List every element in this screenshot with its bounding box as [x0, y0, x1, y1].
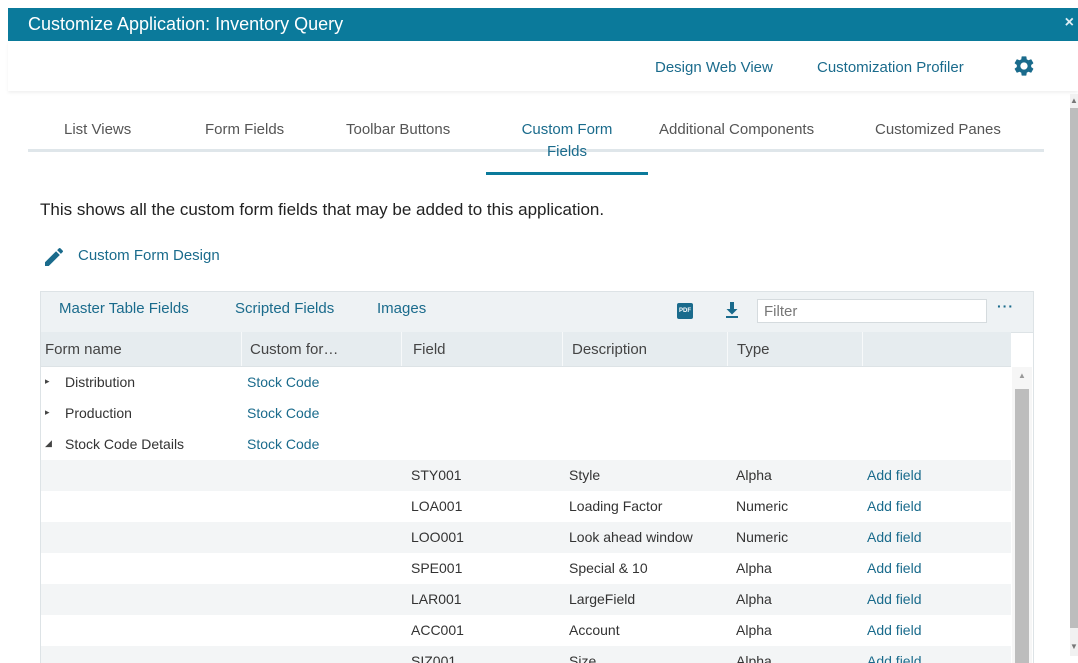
table-header: Form name Custom for… Field Description …	[41, 332, 1011, 367]
custom-form-design-label: Custom Form Design	[78, 247, 220, 264]
field-cell: LOA001	[411, 498, 463, 514]
expand-arrow-icon[interactable]: ▸	[45, 407, 50, 418]
top-action-bar: Design Web View Customization Profiler	[8, 41, 1078, 91]
close-icon[interactable]: ×	[1065, 14, 1074, 32]
add-field-link[interactable]: Add field	[867, 591, 921, 607]
tab-scripted-fields[interactable]: Scripted Fields	[235, 300, 334, 317]
table-row: LOA001 Loading Factor Numeric Add field	[41, 491, 1011, 522]
field-cell: STY001	[411, 467, 462, 483]
form-name-cell: Distribution	[65, 374, 136, 390]
expand-arrow-icon[interactable]: ▸	[45, 376, 50, 387]
field-cell: LOO001	[411, 529, 464, 545]
description-cell: Style	[569, 467, 601, 483]
form-name-cell: Stock Code Details	[65, 436, 185, 452]
customization-profiler-link[interactable]: Customization Profiler	[817, 59, 964, 76]
add-field-link[interactable]: Add field	[867, 560, 921, 576]
form-name-cell: Production	[65, 405, 132, 421]
tab-form-fields[interactable]: Form Fields	[205, 121, 284, 138]
tab-toolbar-buttons[interactable]: Toolbar Buttons	[346, 121, 450, 138]
table-row: SPE001 Special & 10 Alpha Add field	[41, 553, 1011, 584]
group-row[interactable]: ▸ Distribution Stock Code	[41, 367, 1011, 398]
filter-input[interactable]	[757, 299, 987, 323]
tab-master-table-fields[interactable]: Master Table Fields	[59, 300, 189, 317]
design-web-view-link[interactable]: Design Web View	[655, 59, 773, 76]
column-header-field[interactable]: Field	[413, 341, 446, 358]
column-header-description[interactable]: Description	[572, 341, 647, 358]
table-row: ACC001 Account Alpha Add field	[41, 615, 1011, 646]
group-row[interactable]: ▸ Production Stock Code	[41, 398, 1011, 429]
download-icon[interactable]	[725, 302, 739, 320]
description-cell: Look ahead window	[569, 529, 693, 545]
pencil-icon	[45, 247, 64, 266]
field-cell: SPE001	[411, 560, 463, 576]
gear-icon[interactable]	[1012, 54, 1036, 78]
group-row[interactable]: ◢ Stock Code Details Stock Code	[41, 429, 1011, 460]
table-scrollbar-thumb[interactable]	[1015, 389, 1029, 663]
tab-list-views[interactable]: List Views	[64, 121, 131, 138]
field-cell: LAR001	[411, 591, 462, 607]
page-scrollbar-thumb[interactable]	[1070, 108, 1078, 628]
column-divider	[727, 332, 728, 366]
page-scrollbar[interactable]: ▲ ▼	[1070, 94, 1078, 656]
table-scrollbar[interactable]: ▲	[1012, 367, 1032, 663]
page-description: This shows all the custom form fields th…	[40, 200, 605, 219]
column-divider	[401, 332, 402, 366]
type-cell: Alpha	[736, 560, 772, 576]
add-field-link[interactable]: Add field	[867, 498, 921, 514]
column-divider	[562, 332, 563, 366]
column-header-custom-for[interactable]: Custom for…	[250, 341, 338, 358]
active-tab-indicator	[486, 172, 648, 175]
more-options-icon[interactable]: ···	[997, 298, 1014, 314]
type-cell: Numeric	[736, 529, 789, 545]
tab-label-line: Fields	[546, 143, 587, 160]
custom-for-link[interactable]: Stock Code	[247, 374, 319, 390]
type-cell: Alpha	[736, 467, 772, 483]
description-cell: LargeField	[569, 591, 636, 607]
scroll-up-icon[interactable]: ▲	[1012, 371, 1032, 380]
description-cell: Special & 10	[569, 560, 648, 576]
table-row: LOO001 Look ahead window Numeric Add fie…	[41, 522, 1011, 553]
tab-customized-panes[interactable]: Customized Panes	[875, 121, 1001, 138]
column-header-type[interactable]: Type	[737, 341, 770, 358]
tab-custom-form-fields[interactable]: Custom Form Fields	[486, 121, 648, 160]
tab-additional-components[interactable]: Additional Components	[659, 121, 814, 138]
collapse-arrow-icon[interactable]: ◢	[45, 438, 52, 449]
pdf-icon[interactable]: PDF	[677, 303, 693, 319]
add-field-link[interactable]: Add field	[867, 467, 921, 483]
type-cell: Alpha	[736, 622, 772, 638]
table-row: LAR001 LargeField Alpha Add field	[41, 584, 1011, 615]
type-cell: Numeric	[736, 498, 789, 514]
custom-for-link[interactable]: Stock Code	[247, 405, 319, 421]
custom-fields-panel: Master Table Fields Scripted Fields Imag…	[40, 291, 1034, 663]
panel-toolbar: Master Table Fields Scripted Fields Imag…	[41, 292, 1033, 333]
dialog-titlebar: Customize Application: Inventory Query ×	[8, 8, 1078, 41]
custom-for-link[interactable]: Stock Code	[247, 436, 319, 452]
dialog-title: Customize Application: Inventory Query	[28, 14, 344, 34]
table-row: SIZ001 Size Alpha Add field	[41, 646, 1011, 663]
table-body: ▸ Distribution Stock Code ▸ Production S…	[41, 367, 1011, 663]
column-divider	[862, 332, 863, 366]
add-field-link[interactable]: Add field	[867, 622, 921, 638]
add-field-link[interactable]: Add field	[867, 529, 921, 545]
column-divider	[241, 332, 242, 366]
scroll-down-icon[interactable]: ▼	[1070, 642, 1078, 651]
tab-images[interactable]: Images	[377, 300, 426, 317]
column-header-form-name[interactable]: Form name	[45, 341, 122, 358]
table-row: STY001 Style Alpha Add field	[41, 460, 1011, 491]
tab-label-line: Custom Form	[521, 121, 613, 138]
type-cell: Alpha	[736, 591, 772, 607]
scroll-up-icon[interactable]: ▲	[1070, 96, 1078, 105]
field-cell: ACC001	[411, 622, 464, 638]
description-cell: Account	[569, 622, 620, 638]
description-cell: Loading Factor	[569, 498, 663, 514]
